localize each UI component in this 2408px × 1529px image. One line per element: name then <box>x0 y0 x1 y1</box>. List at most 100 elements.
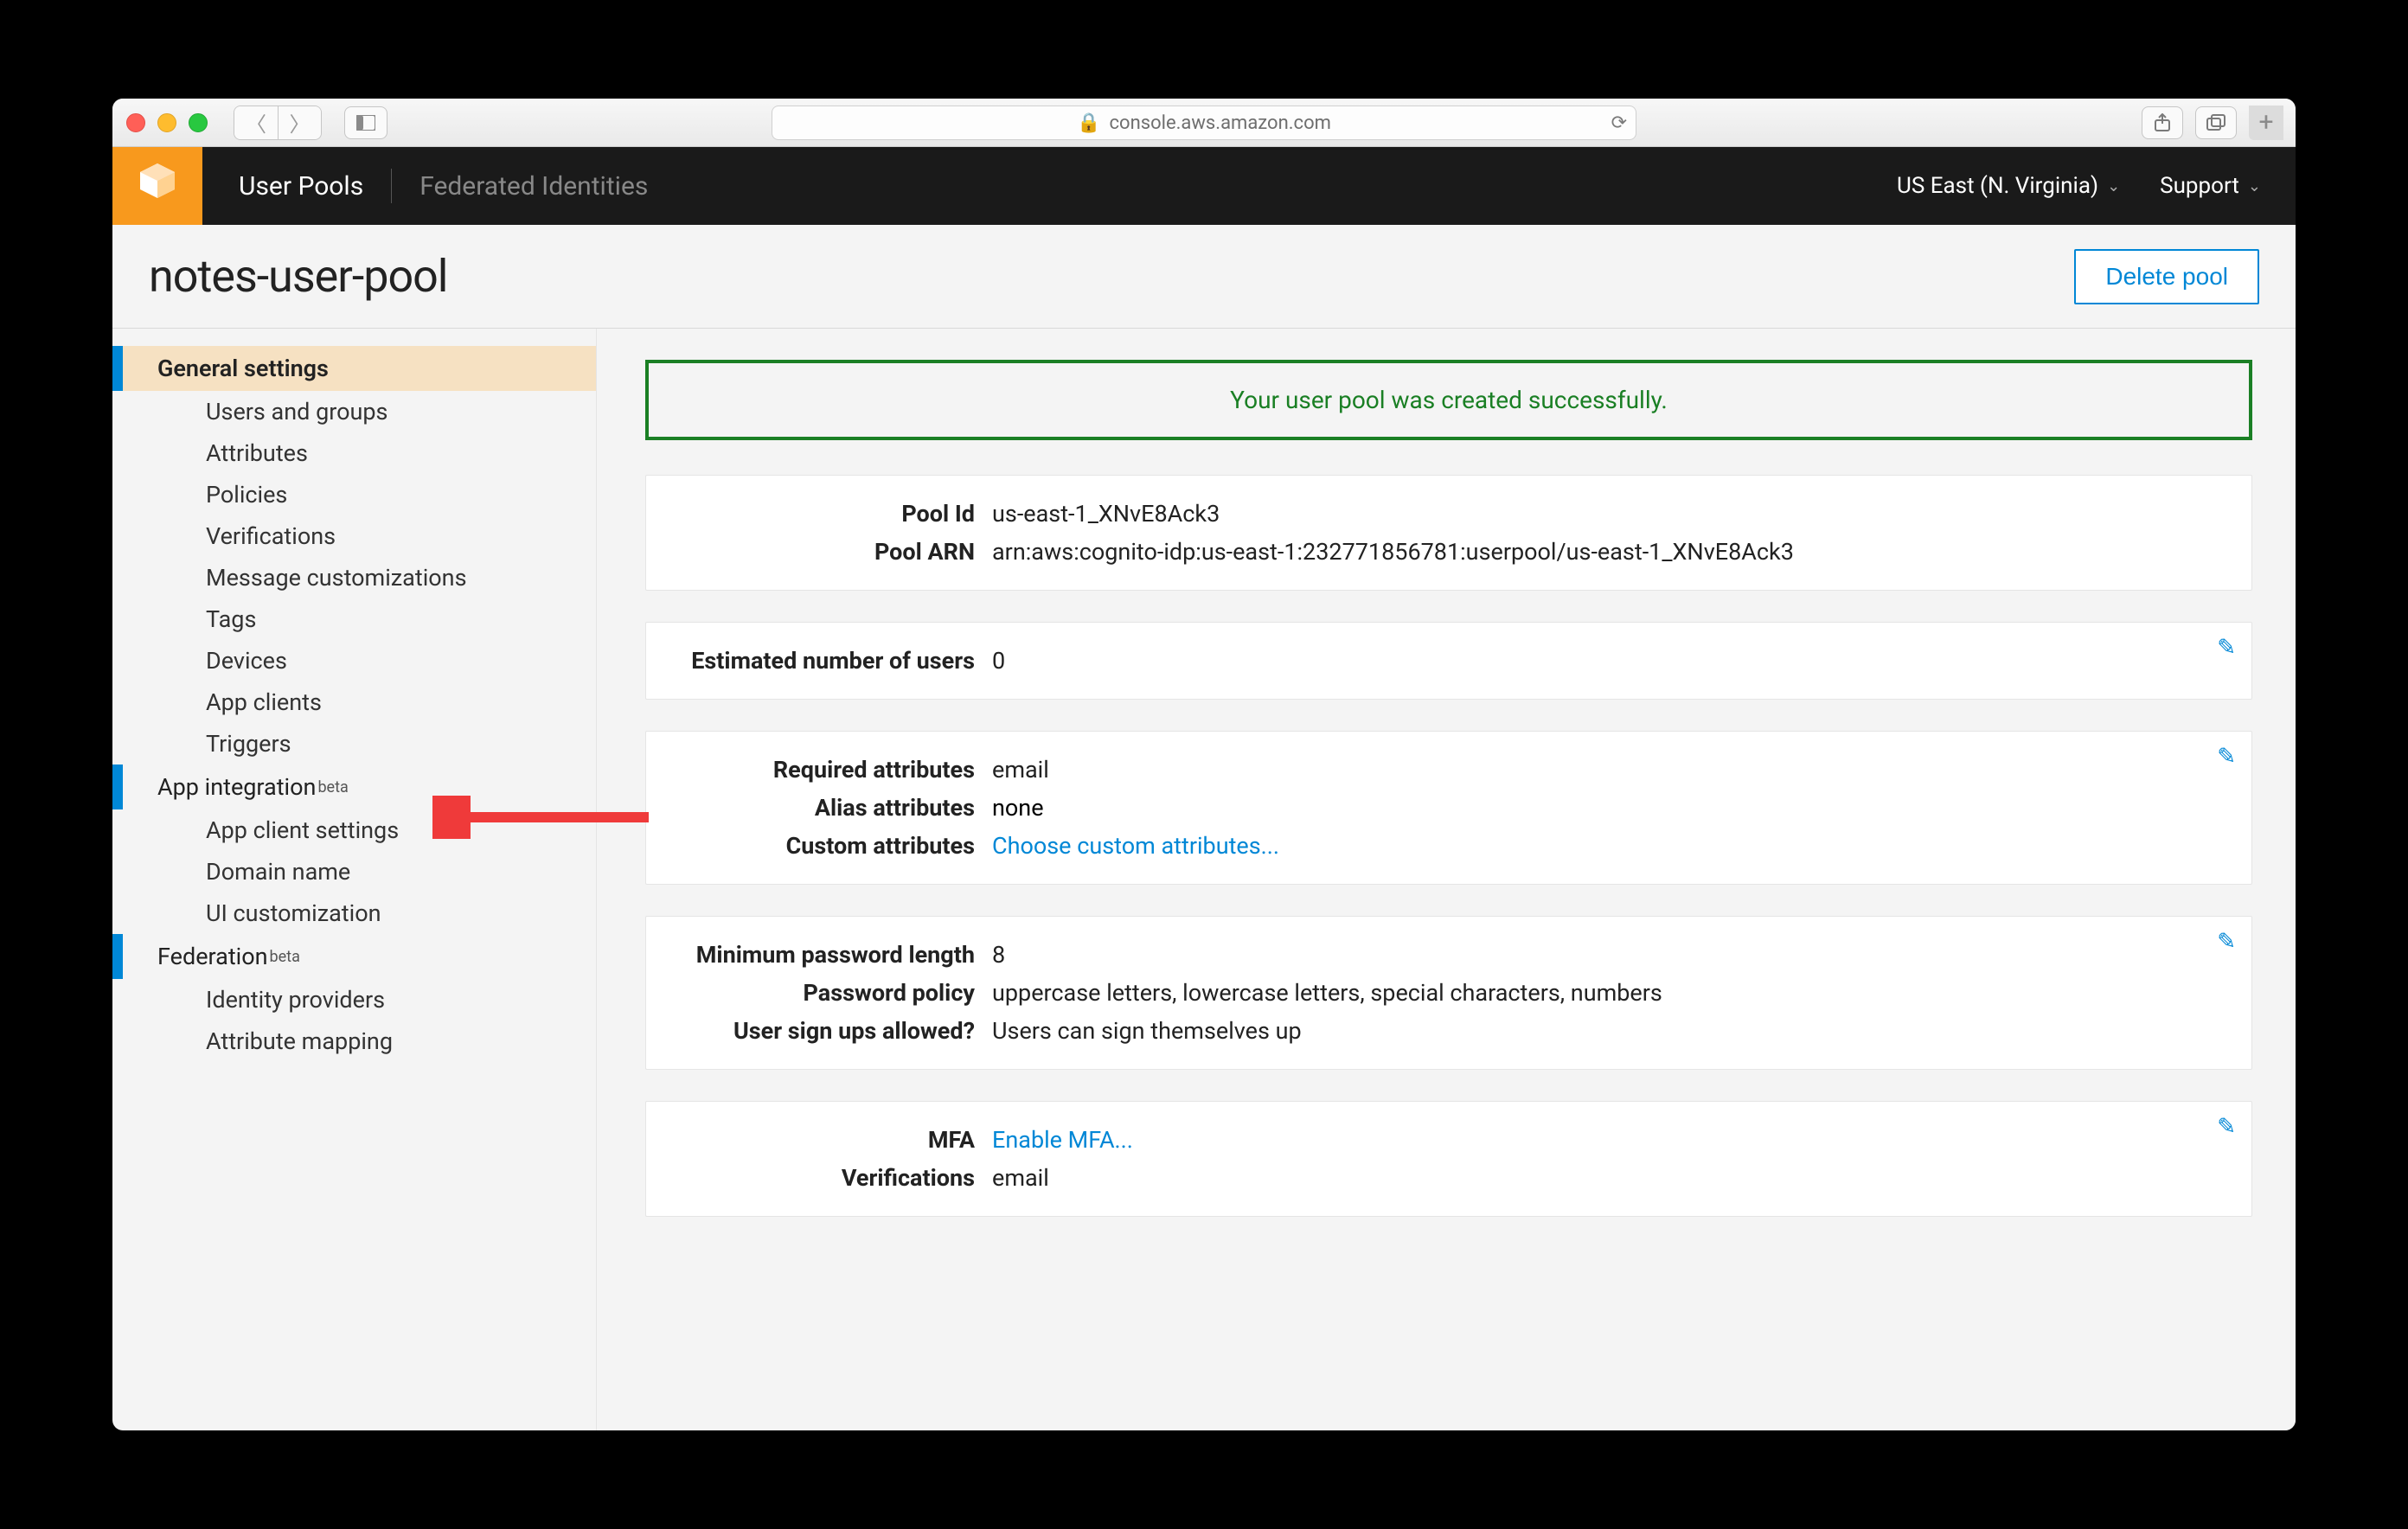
maximize-window-button[interactable] <box>189 113 208 132</box>
sidebar-item-policies[interactable]: Policies <box>112 474 596 515</box>
sidebar-item-devices[interactable]: Devices <box>112 640 596 681</box>
label-password-policy: Password policy <box>646 979 992 1007</box>
new-tab-button[interactable]: + <box>2249 106 2283 140</box>
sidebar-item-tags[interactable]: Tags <box>112 598 596 640</box>
sidebar-item-verifications[interactable]: Verifications <box>112 515 596 557</box>
success-text: Your user pool was created successfully. <box>1230 386 1668 414</box>
sidebar-section-general[interactable]: General settings <box>112 346 596 391</box>
sidebar-item-attribute-mapping[interactable]: Attribute mapping <box>112 1020 596 1062</box>
support-menu[interactable]: Support ⌄ <box>2160 173 2261 199</box>
page-title-bar: notes-user-pool Delete pool <box>112 225 2296 329</box>
value-verifications: email <box>992 1164 1049 1192</box>
header-nav: User Pools Federated Identities <box>239 169 648 203</box>
active-indicator <box>112 346 123 391</box>
label-signups: User sign ups allowed? <box>646 1017 992 1045</box>
link-enable-mfa[interactable]: Enable MFA... <box>992 1126 1133 1154</box>
label-pool-arn: Pool ARN <box>646 538 992 566</box>
tabs-button[interactable] <box>2195 106 2237 139</box>
sidebar-item-app-clients[interactable]: App clients <box>112 681 596 723</box>
value-signups: Users can sign themselves up <box>992 1017 1302 1045</box>
value-pool-arn: arn:aws:cognito-idp:us-east-1:2327718567… <box>992 538 1794 566</box>
sidebar-item-label: Domain name <box>206 858 350 886</box>
lock-icon: 🔒 <box>1077 112 1100 134</box>
label-pool-id: Pool Id <box>646 500 992 528</box>
main-area: General settings Users and groups Attrib… <box>112 329 2296 1430</box>
sidebar-section-label: App integration <box>157 773 316 801</box>
browser-titlebar: 〈 〉 🔒 console.aws.amazon.com ⟳ + <box>112 99 2296 147</box>
edit-icon[interactable]: ✎ <box>2217 929 2236 955</box>
card-attributes: ✎ Required attributes email Alias attrib… <box>645 731 2252 885</box>
label-custom-attr: Custom attributes <box>646 832 992 860</box>
edit-icon[interactable]: ✎ <box>2217 744 2236 770</box>
sidebar-item-label: Users and groups <box>206 398 388 425</box>
sidebar-item-triggers[interactable]: Triggers <box>112 723 596 764</box>
content-area: Your user pool was created successfully.… <box>597 329 2296 1430</box>
sidebar-item-label: App clients <box>206 688 322 716</box>
cognito-logo[interactable] <box>112 147 202 225</box>
success-banner: Your user pool was created successfully. <box>645 360 2252 440</box>
active-indicator <box>112 764 123 809</box>
value-password-policy: uppercase letters, lowercase letters, sp… <box>992 979 1662 1007</box>
edit-icon[interactable]: ✎ <box>2217 1114 2236 1140</box>
refresh-icon[interactable]: ⟳ <box>1611 112 1627 134</box>
label-min-password: Minimum password length <box>646 941 992 969</box>
url-bar[interactable]: 🔒 console.aws.amazon.com ⟳ <box>772 106 1636 140</box>
sidebar-section-federation[interactable]: Federationbeta <box>112 934 596 979</box>
edit-icon[interactable]: ✎ <box>2217 635 2236 661</box>
sidebar-item-app-client-settings[interactable]: App client settings <box>112 809 596 851</box>
value-est-users: 0 <box>992 647 1005 675</box>
sidebar-item-label: UI customization <box>206 899 381 927</box>
chevron-down-icon: ⌄ <box>2107 177 2120 195</box>
region-label: US East (N. Virginia) <box>1897 173 2098 199</box>
sidebar-item-identity-providers[interactable]: Identity providers <box>112 979 596 1020</box>
label-alias-attr: Alias attributes <box>646 794 992 822</box>
label-verifications: Verifications <box>646 1164 992 1192</box>
nav-federated-identities[interactable]: Federated Identities <box>419 171 648 202</box>
sidebar-item-label: Triggers <box>206 730 291 758</box>
sidebar: General settings Users and groups Attrib… <box>112 329 597 1430</box>
delete-pool-button[interactable]: Delete pool <box>2074 249 2259 304</box>
sidebar-item-label: Message customizations <box>206 564 467 592</box>
cube-icon <box>137 160 178 212</box>
sidebar-item-label: Attribute mapping <box>206 1027 393 1055</box>
back-button[interactable]: 〈 <box>234 106 278 139</box>
beta-badge: beta <box>317 778 348 796</box>
sidebar-item-ui-customization[interactable]: UI customization <box>112 892 596 934</box>
page-title: notes-user-pool <box>149 250 447 303</box>
minimize-window-button[interactable] <box>157 113 176 132</box>
forward-button[interactable]: 〉 <box>278 106 321 139</box>
sidebar-item-message-customizations[interactable]: Message customizations <box>112 557 596 598</box>
sidebar-item-users-groups[interactable]: Users and groups <box>112 391 596 432</box>
value-required-attr: email <box>992 756 1049 784</box>
nav-user-pools[interactable]: User Pools <box>239 171 363 202</box>
sidebar-section-app-integration[interactable]: App integrationbeta <box>112 764 596 809</box>
divider <box>391 169 392 203</box>
card-password-policy: ✎ Minimum password length 8 Password pol… <box>645 916 2252 1070</box>
label-mfa: MFA <box>646 1126 992 1154</box>
active-indicator <box>112 934 123 979</box>
label-required-attr: Required attributes <box>646 756 992 784</box>
sidebar-item-domain-name[interactable]: Domain name <box>112 851 596 892</box>
sidebar-toggle-button[interactable] <box>344 106 387 139</box>
sidebar-section-label: Federation <box>157 943 268 970</box>
beta-badge: beta <box>270 948 300 966</box>
sidebar-section-label: General settings <box>157 355 329 382</box>
app-header: User Pools Federated Identities US East … <box>112 147 2296 225</box>
window-controls <box>126 113 208 132</box>
sidebar-item-label: App client settings <box>206 816 399 844</box>
sidebar-item-label: Verifications <box>206 522 336 550</box>
nav-buttons: 〈 〉 <box>234 106 322 140</box>
toolbar-right: + <box>2142 106 2283 140</box>
value-min-password: 8 <box>992 941 1005 969</box>
sidebar-item-label: Identity providers <box>206 986 385 1014</box>
value-pool-id: us-east-1_XNvE8Ack3 <box>992 500 1220 528</box>
region-selector[interactable]: US East (N. Virginia) ⌄ <box>1897 173 2120 199</box>
url-host: console.aws.amazon.com <box>1110 112 1331 134</box>
card-users: ✎ Estimated number of users 0 <box>645 622 2252 700</box>
link-choose-custom-attributes[interactable]: Choose custom attributes... <box>992 832 1279 860</box>
share-button[interactable] <box>2142 106 2183 139</box>
card-pool-info: Pool Id us-east-1_XNvE8Ack3 Pool ARN arn… <box>645 475 2252 591</box>
sidebar-item-attributes[interactable]: Attributes <box>112 432 596 474</box>
close-window-button[interactable] <box>126 113 145 132</box>
card-mfa: ✎ MFA Enable MFA... Verifications email <box>645 1101 2252 1217</box>
